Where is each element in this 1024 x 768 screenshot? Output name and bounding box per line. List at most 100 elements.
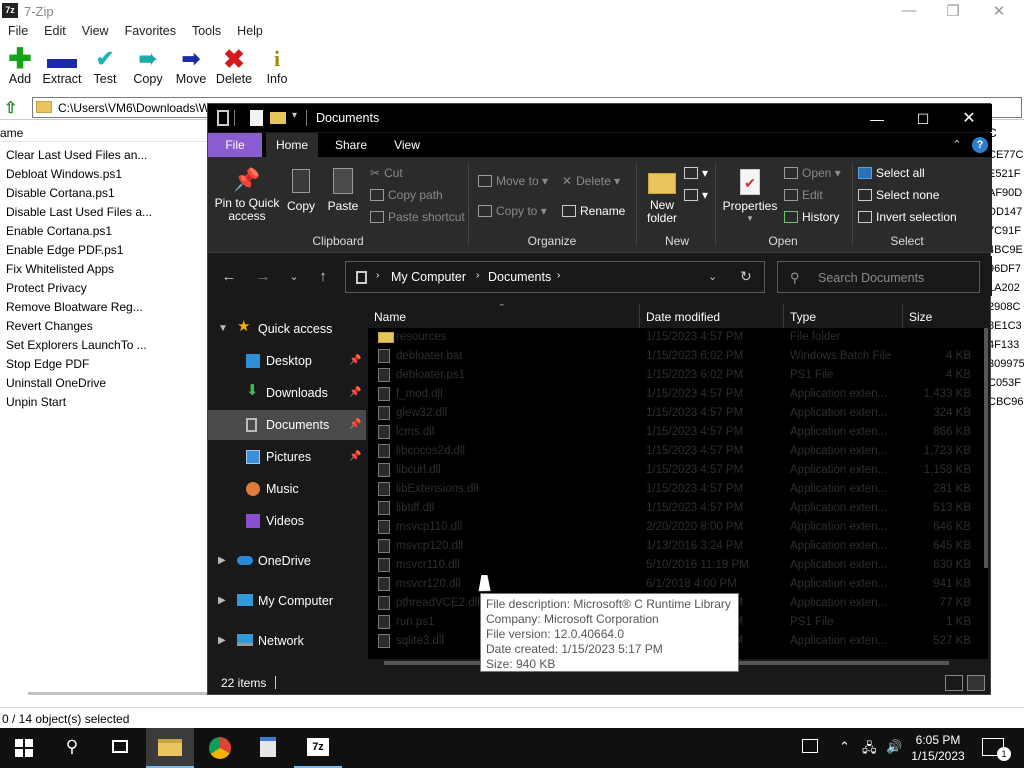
vertical-scrollbar[interactable] (984, 328, 988, 568)
paste-button[interactable]: Paste (324, 165, 362, 213)
chevron-right-icon[interactable]: ▶ (218, 586, 226, 616)
nav-item-music[interactable]: Music (208, 474, 366, 504)
search-input[interactable]: ⚲ Search Documents (777, 261, 980, 293)
table-row[interactable]: msvcr120.dll 6/1/2018 4:00 PM Application … (368, 575, 974, 594)
tab-file[interactable]: File (208, 133, 262, 157)
table-row[interactable]: msvcr110.dll 5/10/2016 11:19 PM Applicatio… (368, 556, 974, 575)
nav-item-documents[interactable]: Documents 📌 (208, 410, 366, 440)
close-icon[interactable]: ✕ (946, 107, 992, 131)
details-view-icon[interactable] (945, 675, 963, 691)
delete-button[interactable]: ✖ Delete (212, 46, 256, 92)
list-item[interactable]: Fix Whitelisted Apps (6, 260, 152, 279)
nav-item-onedrive[interactable]: ▶ OneDrive (208, 546, 366, 576)
info-button[interactable]: i Info (255, 46, 299, 92)
menu-view[interactable]: View (74, 24, 117, 42)
move-to-button[interactable]: Move to ▾ (478, 171, 548, 191)
menu-edit[interactable]: Edit (36, 24, 74, 42)
chevron-right-icon[interactable]: › (557, 270, 560, 281)
delete-button[interactable]: ✕ Delete ▾ (562, 171, 620, 191)
column-divider[interactable] (639, 304, 640, 328)
column-divider[interactable] (902, 304, 903, 328)
move-button[interactable]: ➡ Move (169, 46, 213, 92)
copy-path-button[interactable]: Copy path (370, 185, 443, 205)
table-row[interactable]: msvcp110.dll 2/20/2020 8:00 PM Application… (368, 518, 974, 537)
chevron-right-icon[interactable]: › (476, 270, 479, 281)
column-crc[interactable]: C (988, 124, 1024, 143)
table-row[interactable]: libcurl.dll 1/15/2023 4:57 PM Application … (368, 461, 974, 480)
collapse-ribbon-icon[interactable]: ⌃ (948, 133, 966, 157)
copy-to-button[interactable]: Copy to ▾ (478, 201, 547, 221)
pin-icon[interactable]: 📌 (349, 442, 361, 472)
taskbar-file-explorer[interactable] (146, 728, 194, 768)
column-divider[interactable] (783, 304, 784, 328)
new-item-button[interactable]: ▾ (684, 163, 708, 183)
chevron-right-icon[interactable]: ▶ (218, 626, 226, 656)
chevron-down-icon[interactable]: ⌄ (708, 270, 717, 283)
nav-item-downloads[interactable]: ⬇ Downloads 📌 (208, 378, 366, 408)
menu-tools[interactable]: Tools (184, 24, 229, 42)
table-row[interactable]: libExtensions.dll 1/15/2023 4:57 PM Applic… (368, 480, 974, 499)
chevron-down-icon[interactable]: ▼ (218, 314, 228, 344)
maximize-icon[interactable]: ☐ (900, 107, 946, 131)
select-all-button[interactable]: Select all (858, 163, 925, 183)
table-row[interactable]: debloater.ps1 1/15/2023 6:02 PM PS1 File 4 … (368, 366, 974, 385)
list-item[interactable]: Debloat Windows.ps1 (6, 165, 152, 184)
breadcrumb-my-computer[interactable]: My Computer (391, 270, 466, 284)
restore-icon[interactable]: ❐ (930, 2, 976, 20)
address-bar[interactable]: › My Computer › Documents › ⌄ ↻ (345, 261, 765, 293)
cut-button[interactable]: ✂ Cut (370, 163, 403, 183)
table-row[interactable]: resources 1/15/2023 4:57 PM File folder (368, 328, 974, 347)
add-button[interactable]: ✚ Add (0, 45, 41, 92)
taskbar-7zip[interactable]: 7z (294, 728, 342, 768)
column-date-modified[interactable]: Date modified (646, 310, 720, 324)
large-icons-view-icon[interactable] (967, 675, 985, 691)
column-size[interactable]: Size (909, 310, 932, 324)
taskbar-chrome[interactable] (196, 728, 244, 768)
recent-locations-icon[interactable]: ⌄ (283, 266, 305, 288)
volume-icon[interactable]: 🔊 (886, 739, 902, 755)
table-row[interactable]: f_mod.dll 1/15/2023 4:57 PM Application ex… (368, 385, 974, 404)
list-item[interactable]: Enable Cortana.ps1 (6, 222, 152, 241)
qat-dropdown-icon[interactable]: ▾ (292, 110, 297, 126)
new-folder-qat-icon[interactable] (270, 112, 286, 124)
chevron-up-icon[interactable]: ⌃ (839, 739, 850, 755)
list-item[interactable]: Uninstall OneDrive (6, 374, 152, 393)
invert-selection-button[interactable]: Invert selection (858, 207, 957, 227)
nav-item-quick-access[interactable]: ▼ ★ Quick access (208, 314, 366, 344)
new-folder-button[interactable]: New folder (642, 165, 682, 225)
nav-item-videos[interactable]: Videos (208, 506, 366, 536)
nav-item-desktop[interactable]: Desktop 📌 (208, 346, 366, 376)
search-button[interactable]: ⚲ (48, 728, 96, 768)
help-icon[interactable]: ? (972, 137, 988, 153)
chevron-right-icon[interactable]: ▶ (218, 546, 226, 576)
taskbar-notepad[interactable] (244, 728, 292, 768)
open-button[interactable]: Open ▾ (784, 163, 841, 183)
extract-button[interactable]: ▬ Extract (40, 44, 84, 92)
list-item[interactable]: Set Explorers LaunchTo ... (6, 336, 152, 355)
edit-button[interactable]: Edit (784, 185, 823, 205)
minimize-icon[interactable]: — (854, 107, 900, 131)
rename-button[interactable]: Rename (562, 201, 625, 221)
test-button[interactable]: ✔ Test (83, 46, 127, 92)
list-item[interactable]: Disable Cortana.ps1 (6, 184, 152, 203)
pin-icon[interactable]: 📌 (349, 346, 361, 376)
table-row[interactable]: lcms.dll 1/15/2023 4:57 PM Application ext… (368, 423, 974, 442)
list-item[interactable]: Unpin Start (6, 393, 152, 412)
7zip-horizontal-scrollbar[interactable] (28, 692, 208, 695)
menu-file[interactable]: File (0, 24, 36, 42)
table-row[interactable]: libtiff.dll 1/15/2023 4:57 PM Application … (368, 499, 974, 518)
table-row[interactable]: msvcp120.dll 1/13/2016 3:24 PM Application… (368, 537, 974, 556)
breadcrumb-documents[interactable]: Documents (488, 270, 551, 284)
column-type[interactable]: Type (790, 310, 816, 324)
select-none-button[interactable]: Select none (858, 185, 939, 205)
table-row[interactable]: debloater.bat 1/15/2023 6:02 PM Windows Ba… (368, 347, 974, 366)
folder-up-icon[interactable]: ⇧ (4, 98, 22, 117)
refresh-icon[interactable]: ↻ (740, 268, 752, 285)
column-name[interactable]: Name (374, 310, 406, 324)
pin-quick-access-button[interactable]: 📌 Pin to Quick access (214, 167, 280, 223)
paste-shortcut-button[interactable]: Paste shortcut (370, 207, 465, 227)
table-row[interactable]: glew32.dll 1/15/2023 4:57 PM Application e… (368, 404, 974, 423)
nav-item-my-computer[interactable]: ▶ My Computer (208, 586, 366, 616)
list-item[interactable]: Protect Privacy (6, 279, 152, 298)
properties-qat-icon[interactable] (250, 110, 263, 126)
